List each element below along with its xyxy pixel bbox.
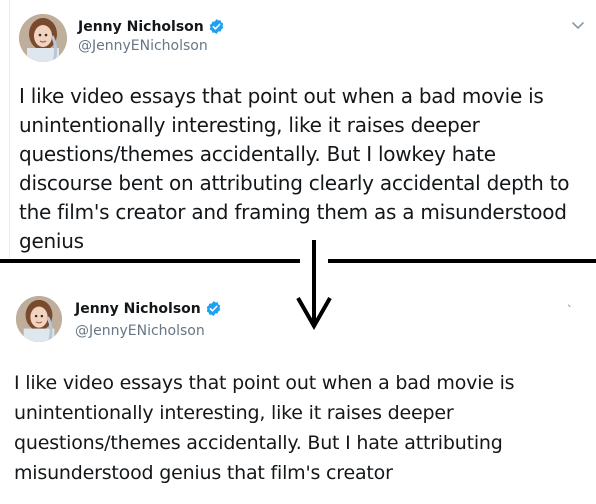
display-name[interactable]: Jenny Nicholson: [75, 301, 201, 317]
name-row: Jenny Nicholson: [75, 300, 222, 317]
handle[interactable]: @JennyENicholson: [75, 323, 205, 339]
tweet-edited: Jenny Nicholson @JennyENicholson I like …: [0, 282, 596, 504]
tweet-text: I like video essays that point out when …: [14, 372, 515, 484]
name-row: Jenny Nicholson: [78, 18, 225, 35]
thread-rule: [9, 0, 10, 258]
tweet-original: Jenny Nicholson @JennyENicholson I like …: [0, 0, 596, 258]
verified-badge-icon: [209, 19, 223, 34]
avatar[interactable]: [19, 14, 67, 62]
tweet-text: I like video essays that point out when …: [19, 84, 570, 253]
divider-right: [328, 259, 596, 263]
chevron-down-icon[interactable]: [570, 17, 586, 33]
verified-badge-icon: [206, 301, 220, 316]
display-name[interactable]: Jenny Nicholson: [78, 19, 204, 35]
avatar[interactable]: [16, 296, 62, 342]
chevron-down-icon[interactable]: [566, 302, 574, 310]
divider-left: [0, 259, 300, 263]
handle[interactable]: @JennyENicholson: [78, 38, 208, 54]
